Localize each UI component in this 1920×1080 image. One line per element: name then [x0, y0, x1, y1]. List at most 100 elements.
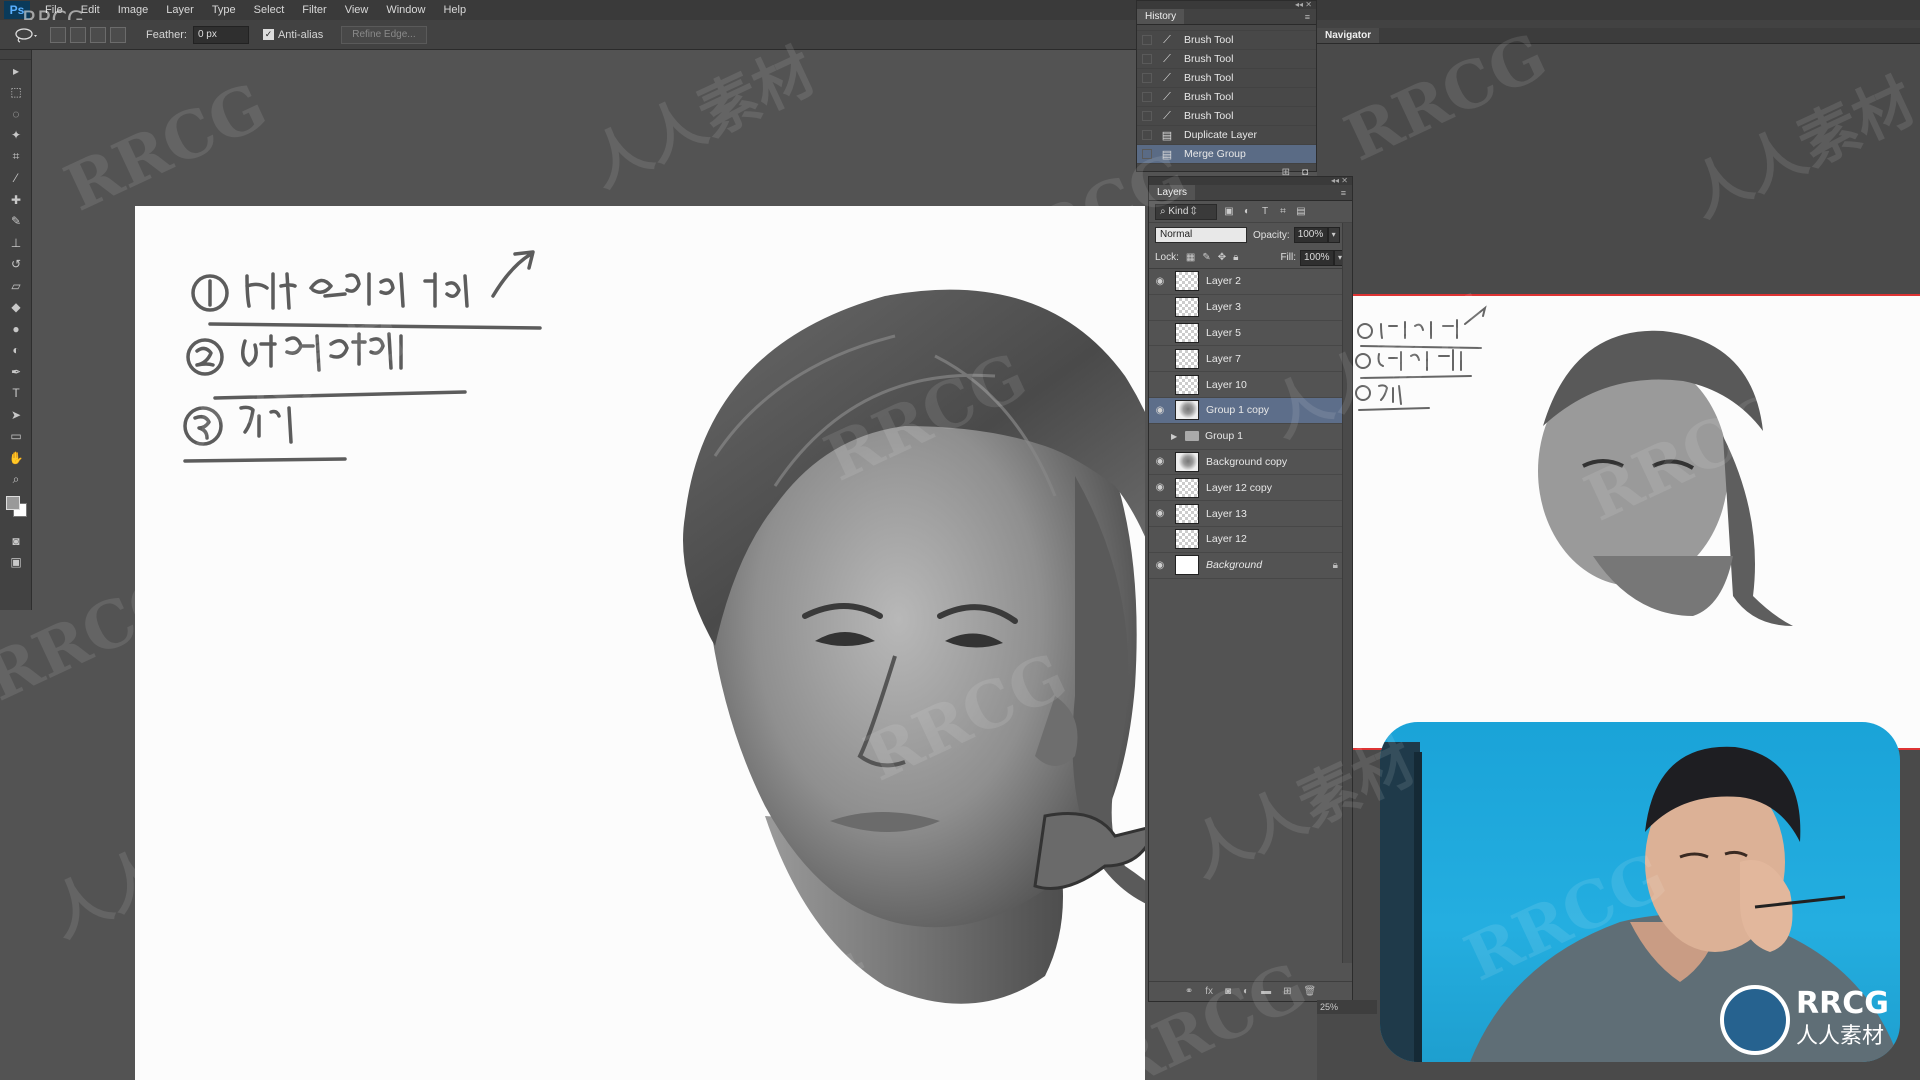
visibility-eye-icon[interactable]: ◉: [1149, 327, 1171, 338]
delete-layer-icon[interactable]: 🗑︎: [1303, 986, 1316, 997]
zoom-tool-icon[interactable]: ⌕: [0, 469, 32, 491]
layer-row[interactable]: ◉ Layer 13: [1149, 501, 1352, 527]
pen-tool-icon[interactable]: ✒: [0, 361, 32, 383]
history-item[interactable]: ⟋ Brush Tool: [1137, 50, 1316, 69]
lock-pixels-icon[interactable]: ✎: [1202, 252, 1210, 263]
crop-tool-icon[interactable]: ⌗: [0, 146, 32, 168]
lock-all-icon[interactable]: 🔒︎: [1233, 252, 1238, 263]
menu-help[interactable]: Help: [434, 4, 475, 16]
layers-titlebar[interactable]: ◂◂ ✕: [1149, 176, 1352, 185]
adjustment-filter-icon[interactable]: ◐: [1241, 206, 1253, 218]
visibility-eye-icon[interactable]: ◉: [1149, 276, 1171, 287]
visibility-eye-icon[interactable]: ◉: [1149, 482, 1171, 493]
layer-row[interactable]: ◉ Layer 5: [1149, 321, 1352, 347]
menu-image[interactable]: Image: [109, 4, 158, 16]
panel-collapse-icon[interactable]: ◂◂ ✕: [1295, 0, 1312, 9]
antialias-checkbox[interactable]: ✓: [262, 29, 274, 40]
magic-wand-icon[interactable]: ✦: [0, 125, 32, 147]
adjustment-layer-icon[interactable]: ◐: [1243, 986, 1249, 997]
blur-tool-icon[interactable]: ●: [0, 318, 32, 340]
history-item[interactable]: ⟋ Brush Tool: [1137, 31, 1316, 50]
layers-collapse-icon[interactable]: ◂◂ ✕: [1331, 176, 1348, 185]
history-snapshot-checkbox[interactable]: [1142, 73, 1152, 83]
new-layer-icon[interactable]: ⊞: [1283, 986, 1291, 997]
tool-preset-picker[interactable]: [6, 24, 46, 46]
blend-mode-select[interactable]: Normal: [1155, 227, 1247, 243]
group-expand-icon[interactable]: ▶: [1171, 432, 1181, 441]
history-snapshot-checkbox[interactable]: [1142, 35, 1152, 45]
foreground-color[interactable]: [6, 496, 20, 510]
quick-mask-icon[interactable]: ◙: [0, 530, 32, 552]
history-snapshot-checkbox[interactable]: [1142, 111, 1152, 121]
add-mask-icon[interactable]: ◙: [1225, 986, 1231, 997]
history-item[interactable]: ⟋ Brush Tool: [1137, 88, 1316, 107]
layer-row[interactable]: ◉ Group 1 copy: [1149, 397, 1352, 424]
link-layers-icon[interactable]: ⚭: [1185, 986, 1193, 997]
layer-row[interactable]: ◉ Layer 7: [1149, 346, 1352, 373]
type-tool-icon[interactable]: T: [0, 383, 32, 405]
layer-row[interactable]: ◉ Layer 10: [1149, 372, 1352, 398]
fill-input[interactable]: 100%: [1300, 249, 1334, 266]
pixel-filter-icon[interactable]: ▣: [1223, 206, 1235, 218]
refine-edge-button[interactable]: Refine Edge...: [341, 25, 427, 44]
history-item[interactable]: ⟋ Brush Tool: [1137, 69, 1316, 88]
panel-menu-icon[interactable]: ≡: [1305, 12, 1310, 22]
shape-tool-icon[interactable]: ▭: [0, 426, 32, 448]
visibility-eye-icon[interactable]: ◉: [1149, 534, 1171, 545]
lasso-tool-icon[interactable]: ◌: [0, 103, 32, 125]
layer-row[interactable]: ◉ Background 🔒︎: [1149, 553, 1352, 579]
history-snapshot-checkbox[interactable]: [1142, 92, 1152, 102]
clone-stamp-icon[interactable]: ⊥: [0, 232, 32, 254]
opacity-input[interactable]: 100%: [1293, 227, 1328, 243]
hand-tool-icon[interactable]: ✋: [0, 447, 32, 469]
navigator-preview[interactable]: [1353, 296, 1920, 748]
lock-position-icon[interactable]: ✥: [1218, 252, 1226, 263]
screen-mode-icon[interactable]: ▣: [0, 552, 32, 574]
color-swatches[interactable]: [0, 490, 32, 530]
layers-scrollbar[interactable]: [1342, 223, 1352, 963]
menu-type[interactable]: Type: [203, 4, 245, 16]
add-selection-button[interactable]: [70, 26, 86, 43]
eraser-icon[interactable]: ▱: [0, 275, 32, 297]
tab-layers[interactable]: Layers: [1149, 185, 1196, 200]
visibility-eye-icon[interactable]: ◉: [1149, 379, 1171, 390]
move-tool-icon[interactable]: ▸: [0, 60, 32, 82]
smart-object-filter-icon[interactable]: ▤: [1295, 206, 1307, 218]
layers-menu-icon[interactable]: ≡: [1341, 188, 1346, 198]
document-canvas[interactable]: [135, 206, 1145, 1080]
menu-view[interactable]: View: [336, 4, 378, 16]
eyedropper-icon[interactable]: ⁄: [0, 168, 32, 190]
menu-filter[interactable]: Filter: [293, 4, 335, 16]
new-group-icon[interactable]: ▬: [1261, 986, 1271, 997]
shape-filter-icon[interactable]: ⌗: [1277, 206, 1289, 218]
paint-bucket-icon[interactable]: ◆: [0, 297, 32, 319]
history-snapshot-checkbox[interactable]: [1142, 54, 1152, 64]
history-snapshot-checkbox[interactable]: [1142, 130, 1152, 140]
visibility-eye-icon[interactable]: ◉: [1149, 560, 1171, 571]
feather-input[interactable]: [192, 25, 249, 44]
layer-style-icon[interactable]: fx: [1205, 986, 1213, 997]
type-filter-icon[interactable]: T: [1259, 206, 1271, 218]
healing-brush-icon[interactable]: ✚: [0, 189, 32, 211]
history-item[interactable]: ▤ Duplicate Layer: [1137, 126, 1316, 145]
intersect-selection-button[interactable]: [110, 26, 126, 43]
dodge-tool-icon[interactable]: ◐: [0, 340, 32, 362]
history-item[interactable]: ▤ Merge Group: [1137, 145, 1316, 164]
kind-filter-select[interactable]: ⌕ Kind ⇕: [1155, 203, 1217, 220]
subtract-selection-button[interactable]: [90, 26, 106, 43]
history-brush-icon[interactable]: ↺: [0, 254, 32, 276]
menu-select[interactable]: Select: [245, 4, 294, 16]
visibility-eye-icon[interactable]: ◉: [1149, 353, 1171, 364]
history-item[interactable]: ⟋ Brush Tool: [1137, 107, 1316, 126]
layer-row[interactable]: ◉ Layer 12: [1149, 527, 1352, 553]
visibility-eye-icon[interactable]: ◉: [1149, 508, 1171, 519]
layer-row[interactable]: ◉ Layer 12 copy: [1149, 475, 1352, 502]
marquee-tool-icon[interactable]: ⬚: [0, 82, 32, 104]
brush-tool-icon[interactable]: ✎: [0, 211, 32, 233]
tools-panel-grip[interactable]: [0, 50, 31, 60]
visibility-eye-icon[interactable]: ◉: [1149, 456, 1171, 467]
lock-transparency-icon[interactable]: ▦: [1186, 252, 1195, 263]
navigator-zoom-field[interactable]: 25%: [1317, 1000, 1377, 1014]
tab-history[interactable]: History: [1137, 9, 1185, 24]
menu-window[interactable]: Window: [377, 4, 434, 16]
